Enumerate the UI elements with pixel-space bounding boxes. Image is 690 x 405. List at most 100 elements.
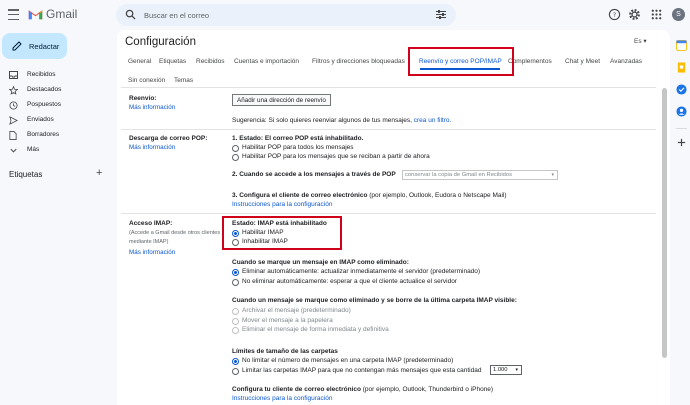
imap-client-title: Configura tu cliente de correo electróni… [232, 386, 361, 393]
nav-item-inbox[interactable]: Recibidos [0, 68, 110, 82]
contacts-app-icon[interactable] [676, 106, 687, 117]
imap-client-examples: (por ejemplo, Outlook, Thunderbird o iPh… [362, 386, 494, 393]
tab-labels[interactable]: Etiquetas [159, 58, 186, 65]
nav-item-snoozed[interactable]: Pospuestos [0, 98, 110, 112]
help-icon[interactable]: ? [608, 8, 621, 21]
keep-app-icon[interactable] [676, 62, 687, 73]
forwarding-title: Reenvío: [129, 95, 157, 102]
imap-trash-label: Mover el mensaje a la papelera [242, 317, 333, 324]
imap-delete-forever-label: Eliminar el mensaje de forma inmediata y… [242, 326, 389, 333]
pop-instructions-link[interactable]: Instrucciones para la configuración [232, 201, 332, 208]
gmail-logo[interactable]: Gmail [28, 7, 77, 21]
pop-access-select[interactable]: conservar la copia de Gmail en Recibidos… [402, 170, 558, 180]
compose-button[interactable]: Redactar [2, 33, 67, 59]
imap-instructions-link[interactable]: Instrucciones para la configuración [232, 395, 332, 402]
settings-scrollbar[interactable] [662, 88, 667, 358]
imap-auto-expunge-off-label: No eliminar automáticamente: esperar a q… [242, 278, 457, 285]
section-divider [121, 87, 656, 88]
search-bar[interactable] [116, 4, 456, 26]
search-icon[interactable] [125, 9, 136, 20]
nav-item-label: Pospuestos [27, 101, 61, 108]
language-selector[interactable]: Es ▾ [634, 37, 647, 45]
create-filter-link[interactable]: crea un filtro. [414, 117, 452, 124]
imap-auto-expunge-on-radio[interactable] [232, 269, 239, 276]
imap-no-limit-label: No limitar el número de mensajes en una … [242, 357, 454, 364]
nav-item-label: Más [27, 146, 40, 153]
active-tab-underline [420, 68, 500, 70]
compose-label: Redactar [29, 42, 60, 51]
dropdown-arrow-icon: ▾ [515, 367, 518, 373]
imap-delete-forever-radio[interactable] [232, 327, 239, 334]
pop-access-label: 2. Cuando se accede a los mensajes a tra… [232, 171, 396, 178]
imap-expunge-title: Cuando un mensaje se marque como elimina… [232, 297, 517, 304]
tab-chat-meet[interactable]: Chat y Meet [565, 58, 600, 65]
search-input[interactable] [144, 8, 414, 22]
imap-client-text: Configura tu cliente de correo electróni… [232, 386, 493, 393]
gmail-wordmark: Gmail [46, 7, 78, 21]
nav-item-label: Borradores [27, 131, 60, 138]
tab-inbox[interactable]: Recibidos [196, 58, 225, 65]
labels-heading: Etiquetas [9, 170, 43, 179]
tab-themes[interactable]: Temas [174, 77, 193, 84]
add-label-button[interactable]: + [96, 168, 102, 179]
imap-disable-radio[interactable] [232, 239, 239, 246]
main-menu-icon[interactable] [8, 9, 19, 20]
tab-filters[interactable]: Filtros y direcciones bloqueadas [312, 58, 405, 65]
pop-status: 1. Estado: El correo POP está inhabilita… [232, 135, 364, 142]
search-options-icon[interactable] [436, 10, 446, 19]
language-label: Es [634, 38, 642, 45]
imap-more-info-link[interactable]: Más información [129, 249, 175, 256]
nav-item-sent[interactable]: Enviados [0, 113, 110, 127]
tab-general[interactable]: General [128, 58, 151, 65]
imap-no-limit-radio[interactable] [232, 358, 239, 365]
imap-disable-label: Inhabilitar IMAP [242, 238, 288, 245]
tab-accounts-import[interactable]: Cuentas e importación [234, 58, 299, 65]
pop-enable-from-now-label: Habilitar POP para los mensajes que se r… [242, 153, 430, 160]
account-avatar[interactable]: S [672, 8, 685, 21]
imap-limit-select[interactable]: 1.000 ▾ [490, 365, 522, 375]
tab-offline[interactable]: Sin conexión [128, 77, 165, 84]
chevron-down-icon [10, 148, 17, 153]
imap-auto-expunge-off-radio[interactable] [232, 279, 239, 286]
imap-limits-title: Límites de tamaño de las carpetas [232, 348, 338, 355]
imap-limit-select-value: 1.000 [493, 367, 508, 373]
forwarding-tip: Sugerencia: Si solo quieres reenviar alg… [232, 117, 451, 124]
nav-item-starred[interactable]: Destacados [0, 83, 110, 97]
add-app-icon[interactable] [676, 137, 687, 148]
calendar-app-icon[interactable] [676, 40, 687, 51]
tab-addons[interactable]: Complementos [508, 58, 552, 65]
forwarding-tip-text: Sugerencia: Si solo quieres reenviar alg… [232, 117, 412, 124]
pencil-icon [12, 41, 22, 51]
page-title: Configuración [125, 36, 196, 48]
imap-archive-label: Archivar el mensaje (predeterminado) [242, 307, 351, 314]
pop-more-info-link[interactable]: Más información [129, 144, 175, 151]
dropdown-arrow-icon: ▾ [551, 172, 554, 178]
imap-subtitle: (Accede a Gmail desde otros clientes med… [129, 230, 221, 245]
pop-client-examples: (por ejemplo, Outlook, Eudora o Netscape… [369, 192, 507, 199]
nav-item-more[interactable]: Más [0, 143, 110, 157]
send-icon [9, 116, 18, 125]
imap-limit-radio[interactable] [232, 368, 239, 375]
tab-advanced[interactable]: Avanzadas [610, 58, 642, 65]
tab-forwarding-pop-imap[interactable]: Reenvío y correo POP/IMAP [419, 58, 502, 65]
apps-grid-icon[interactable] [650, 8, 663, 21]
pop-enable-all-radio[interactable] [232, 145, 239, 152]
imap-status: Estado: IMAP está inhabilitado [232, 220, 327, 227]
pop-access-select-value: conservar la copia de Gmail en Recibidos [405, 172, 512, 178]
svg-text:?: ? [613, 11, 616, 19]
imap-archive-radio[interactable] [232, 308, 239, 315]
imap-deleted-title: Cuando se marque un mensaje en IMAP como… [232, 259, 409, 266]
imap-enable-radio[interactable] [232, 230, 239, 237]
pop-enable-from-now-radio[interactable] [232, 154, 239, 161]
imap-enable-label: Habilitar IMAP [242, 229, 284, 236]
tasks-app-icon[interactable] [676, 84, 687, 95]
settings-gear-icon[interactable] [628, 8, 641, 21]
forwarding-more-info-link[interactable]: Más información [129, 104, 175, 111]
nav-item-drafts[interactable]: Borradores [0, 128, 110, 142]
rail-divider [676, 128, 687, 129]
nav-item-label: Recibidos [27, 71, 56, 78]
add-forwarding-address-button[interactable]: Añadir una dirección de reenvío [232, 94, 331, 106]
imap-limit-label: Limitar las carpetas IMAP para que no co… [242, 367, 482, 374]
imap-trash-radio[interactable] [232, 318, 239, 325]
inbox-icon [9, 71, 18, 79]
